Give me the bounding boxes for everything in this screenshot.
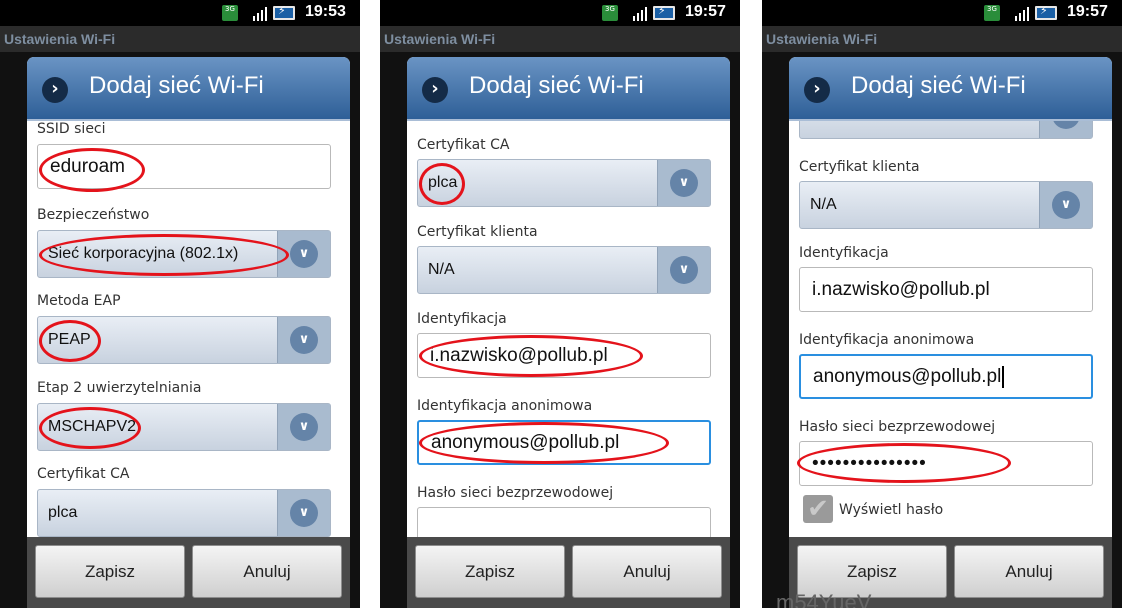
status-time: 19:57 (685, 3, 726, 20)
status-time: 19:57 (1067, 3, 1108, 20)
password-label: Hasło sieci bezprzewodowej (799, 419, 996, 435)
cancel-button[interactable]: Anuluj (954, 545, 1104, 598)
anon-identity-label: Identyfikacja anonimowa (799, 332, 975, 348)
chevron-right-circle-icon: › (422, 77, 448, 103)
dialog-header: › Dodaj sieć Wi-Fi (27, 57, 350, 121)
phone-screen-2: 3G 19:57 Ustawienia Wi-Fi › Dodaj sieć W… (380, 0, 740, 608)
client-cert-select[interactable]: N/A ∨ (417, 246, 711, 294)
battery-charging-icon (1035, 4, 1057, 20)
chevron-down-icon: ∨ (290, 326, 318, 354)
ca-cert-label: Certyfikat CA (417, 137, 510, 153)
ssid-label: SSID sieci (37, 121, 106, 137)
highlight-oval (419, 335, 643, 377)
cancel-button[interactable]: Anuluj (572, 545, 722, 598)
dialog-footer: Zapisz Anuluj (407, 537, 730, 608)
network-3g-icon: 3G (984, 5, 1000, 21)
phase2-auth-label: Etap 2 uwierzytelniania (37, 380, 202, 396)
highlight-oval (39, 234, 289, 276)
chevron-right-circle-icon: › (42, 77, 68, 103)
highlight-oval (419, 163, 465, 205)
ca-cert-select[interactable]: ∨ (799, 121, 1093, 139)
chevron-down-icon: ∨ (1052, 121, 1080, 129)
dialog-title: Dodaj sieć Wi-Fi (469, 72, 644, 99)
background-screen-title: Ustawienia Wi-Fi (380, 26, 740, 52)
dialog-content: SSID sieci eduroam Bezpieczeństwo Sieć k… (27, 121, 350, 537)
dropdown-button[interactable]: ∨ (277, 317, 330, 363)
dialog-header: › Dodaj sieć Wi-Fi (407, 57, 730, 121)
background-screen-title: Ustawienia Wi-Fi (762, 26, 1122, 52)
dropdown-button[interactable]: ∨ (657, 247, 710, 293)
dialog-title: Dodaj sieć Wi-Fi (89, 72, 264, 99)
chevron-right-circle-icon: › (804, 77, 830, 103)
highlight-oval (797, 443, 1011, 483)
background-network-name: m54YueV (776, 590, 872, 608)
ca-cert-label: Certyfikat CA (37, 466, 130, 482)
client-cert-value: N/A (428, 261, 455, 278)
chevron-down-icon: ∨ (1052, 191, 1080, 219)
cancel-button[interactable]: Anuluj (192, 545, 342, 598)
add-wifi-dialog: › Dodaj sieć Wi-Fi SSID sieci eduroam Be… (27, 57, 350, 608)
dropdown-button[interactable]: ∨ (657, 160, 710, 206)
text-caret (1002, 365, 1005, 388)
chevron-down-icon: ∨ (670, 169, 698, 197)
dialog-title: Dodaj sieć Wi-Fi (851, 72, 1026, 99)
chevron-down-icon: ∨ (670, 256, 698, 284)
checkmark-icon: ✔ (807, 494, 829, 524)
dropdown-button[interactable]: ∨ (277, 490, 330, 536)
anon-identity-label: Identyfikacja anonimowa (417, 398, 593, 414)
password-field[interactable] (417, 507, 711, 537)
identity-label: Identyfikacja (417, 311, 507, 327)
status-bar: 3G 19:57 (380, 0, 740, 26)
dropdown-button[interactable]: ∨ (1039, 182, 1092, 228)
highlight-oval (419, 422, 669, 464)
eap-method-label: Metoda EAP (37, 293, 121, 309)
save-button[interactable]: Zapisz (415, 545, 565, 598)
show-password-label: Wyświetl hasło (839, 502, 944, 518)
background-screen-title: Ustawienia Wi-Fi (0, 26, 360, 52)
chevron-down-icon: ∨ (290, 499, 318, 527)
network-3g-icon: 3G (222, 5, 238, 21)
status-bar: 3G 19:57 (762, 0, 1122, 26)
client-cert-label: Certyfikat klienta (799, 159, 920, 175)
save-button[interactable]: Zapisz (35, 545, 185, 598)
client-cert-select[interactable]: N/A ∨ (799, 181, 1093, 229)
dialog-footer: Zapisz Anuluj (27, 537, 350, 608)
add-wifi-dialog: › Dodaj sieć Wi-Fi ∨ Certyfikat klienta … (789, 57, 1112, 608)
chevron-down-icon: ∨ (290, 413, 318, 441)
status-time: 19:53 (305, 3, 346, 20)
ca-cert-value: plca (48, 504, 78, 521)
identity-field[interactable]: i.nazwisko@pollub.pl (799, 267, 1093, 312)
dialog-content: ∨ Certyfikat klienta N/A ∨ Identyfikacja… (789, 121, 1112, 537)
chevron-down-icon: ∨ (290, 240, 318, 268)
show-password-checkbox[interactable]: ✔ (803, 495, 833, 523)
battery-charging-icon (653, 4, 675, 20)
password-label: Hasło sieci bezprzewodowej (417, 485, 614, 501)
dropdown-button[interactable]: ∨ (1039, 121, 1092, 138)
add-wifi-dialog: › Dodaj sieć Wi-Fi Certyfikat CA plca ∨ … (407, 57, 730, 608)
highlight-oval (39, 407, 141, 449)
highlight-oval (39, 320, 101, 362)
identity-label: Identyfikacja (799, 245, 889, 261)
signal-icon (253, 6, 269, 21)
battery-charging-icon (273, 4, 295, 20)
highlight-oval (39, 148, 145, 192)
ca-cert-select[interactable]: plca ∨ (37, 489, 331, 537)
status-bar: 3G 19:53 (0, 0, 360, 26)
dialog-header: › Dodaj sieć Wi-Fi (789, 57, 1112, 121)
phone-screen-1: 3G 19:53 Ustawienia Wi-Fi › Dodaj sieć W… (0, 0, 360, 608)
security-label: Bezpieczeństwo (37, 207, 150, 223)
client-cert-value: N/A (810, 196, 837, 213)
signal-icon (1015, 6, 1031, 21)
phone-screen-3: 3G 19:57 Ustawienia Wi-Fi › Dodaj sieć W… (762, 0, 1122, 608)
client-cert-label: Certyfikat klienta (417, 224, 538, 240)
network-3g-icon: 3G (602, 5, 618, 21)
anon-identity-value: anonymous@pollub.pl (813, 366, 1002, 387)
signal-icon (633, 6, 649, 21)
dialog-content: Certyfikat CA plca ∨ Certyfikat klienta … (407, 121, 730, 537)
dropdown-button[interactable]: ∨ (277, 404, 330, 450)
anon-identity-field[interactable]: anonymous@pollub.pl (799, 354, 1093, 399)
